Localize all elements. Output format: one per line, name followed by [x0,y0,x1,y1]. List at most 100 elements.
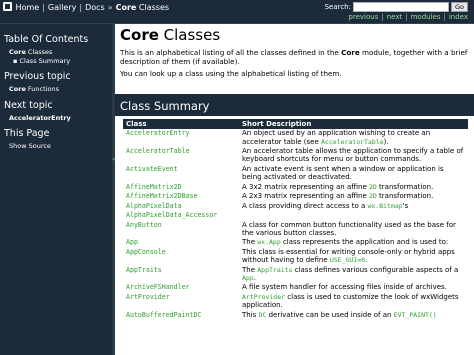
next-topic-link[interactable]: AcceleratorEntry [4,114,108,123]
class-link[interactable]: AutoBufferedPaintDC [123,311,239,320]
intro-paragraph: This is an alphabetical listing of all t… [120,48,468,66]
description-text: The [242,238,258,247]
code-reference-link[interactable]: AcceleratorTable [321,138,384,146]
search-input[interactable] [352,2,449,12]
breadcrumb-gallery[interactable]: Gallery [48,3,77,12]
description-text: The [242,265,258,274]
breadcrumb-docs[interactable]: Docs [85,3,105,12]
search-label: Search: [324,3,351,11]
class-description: ArtProvider class is used to customize t… [239,293,468,311]
class-link[interactable]: AcceleratorEntry [123,129,239,147]
table-row: AlphaPixelData_Accessor [123,211,468,220]
code-reference-link[interactable]: 2D [369,183,377,191]
table-row: AcceleratorEntry An object used by an app… [123,129,468,147]
class-description: A class providing direct access to a wx.… [239,202,468,211]
description-text: A file system handler for accessing file… [242,283,447,292]
toc-item-core-classes[interactable]: Core Classes [4,48,108,57]
show-source-link[interactable]: Show Source [4,142,108,151]
breadcrumb-separator: | [42,3,45,12]
description-text: This [242,310,259,319]
toc-item-class-summary[interactable]: ▪ Class Summary [4,57,108,66]
class-description: A class for common button functionality … [239,221,468,239]
this-page-heading: This Page [4,128,50,139]
nav-separator: | [443,13,446,21]
code-reference-link[interactable]: ArtProvider [242,293,285,301]
class-link[interactable]: AffineMatrix2DBase [123,192,239,201]
class-link[interactable]: ArtProvider [123,293,239,311]
search-box: Search: Go [325,2,468,13]
class-description [239,211,468,220]
related-nav: previous | next | modules | index [348,13,468,22]
nav-previous-link[interactable]: previous [348,13,378,21]
class-link[interactable]: App [123,238,239,247]
table-row: AcceleratorTable An accelerator table all… [123,147,468,165]
class-link[interactable]: AlphaPixelData [123,202,239,211]
table-row: ActivateEvent An activate event is sent w… [123,165,468,183]
class-summary-section: Class Summary [115,94,474,116]
breadcrumb-home[interactable]: Home [16,3,40,12]
description-text: transformation. [376,192,434,201]
class-link[interactable]: AlphaPixelData_Accessor [123,211,239,220]
class-link[interactable]: AffineMatrix2D [123,183,239,192]
code-reference-link[interactable]: wx.App [257,238,280,246]
description-text: An accelerator table allows the applicat… [242,147,464,164]
class-description: An object used by an application wishing… [239,129,468,147]
class-description: An accelerator table allows the applicat… [239,147,468,165]
class-link[interactable]: ActivateEvent [123,165,239,183]
column-header-class: Class [123,119,239,130]
toc-heading: Table Of Contents [4,34,89,45]
code-reference-link[interactable]: AppTraits [257,266,292,274]
breadcrumb-current: Core Classes [115,3,170,12]
table-header-row: Class Short Description [123,119,468,130]
class-link[interactable]: AppConsole [123,248,239,266]
table-row: ArtProvider ArtProvider class is used to … [123,293,468,311]
class-link[interactable]: AcceleratorTable [123,147,239,165]
class-description: This class is essential for writing cons… [239,248,468,266]
table-row: AutoBufferedPaintDC This DC derivative ca… [123,311,468,320]
class-description: The AppTraits class defines various conf… [239,266,468,284]
table-row: App The wx.App class represents the appli… [123,238,468,247]
description-text: ). [383,137,389,146]
class-description: The wx.App class represents the applicat… [239,238,468,247]
code-reference-link[interactable]: EVT_PAINT() [394,311,437,319]
previous-topic-heading: Previous topic [4,71,71,82]
previous-topic-link[interactable]: Core Functions [4,85,108,94]
class-summary-heading: Class Summary [120,99,210,113]
class-link[interactable]: AppTraits [123,266,239,284]
class-description: A 2x3 matrix representing an affine 2D t… [239,192,468,201]
code-reference-link[interactable]: 2D [369,192,377,200]
breadcrumb: Home | Gallery | Docs» Core Classes [3,2,169,13]
class-description: An activate event is sent when a window … [239,165,468,183]
go-button[interactable]: Go [450,2,468,12]
class-link[interactable]: AnyButton [123,221,239,239]
home-icon[interactable] [3,2,12,11]
description-text: A 3x2 matrix representing an affine [242,182,369,191]
description-text: class defines various configurable aspec… [292,265,459,274]
table-row: AlphaPixelData A class providing direct a… [123,202,468,211]
nav-index-link[interactable]: index [449,13,468,21]
class-summary-table: Class Short Description AcceleratorEntry… [123,119,468,320]
description-text: A 2x3 matrix representing an affine [242,192,369,201]
nav-next-link[interactable]: next [387,13,403,21]
class-link[interactable]: ArchiveFSHandler [123,283,239,292]
code-reference-link[interactable]: USE_GUI=0 [330,256,365,264]
class-description: A 3x2 matrix representing an affine 2D t… [239,183,468,192]
code-reference-link[interactable]: App [242,274,254,282]
description-text: class represents the application and is … [280,238,449,247]
description-text: . [253,273,256,282]
nav-modules-link[interactable]: modules [411,13,441,21]
next-topic-heading: Next topic [4,99,53,111]
class-description: A file system handler for accessing file… [239,283,468,292]
description-text: derivative can be used inside of an [266,310,394,319]
description-text: A class for common button functionality … [242,220,456,237]
class-summary-table-container: Class Short Description AcceleratorEntry… [115,116,474,355]
nav-separator: | [381,13,384,21]
description-text: . [365,256,368,265]
code-reference-link[interactable]: wx.Bitmap [367,202,402,210]
description-text: 's [402,201,409,210]
table-row: AffineMatrix2D A 3x2 matrix representing … [123,183,468,192]
intro-section: Core Classes This is an alphabetical lis… [115,24,474,94]
description-text: A class providing direct access to a [242,201,368,210]
table-row: AppConsole This class is essential for wr… [123,248,468,266]
breadcrumb-separator: | [79,3,83,12]
